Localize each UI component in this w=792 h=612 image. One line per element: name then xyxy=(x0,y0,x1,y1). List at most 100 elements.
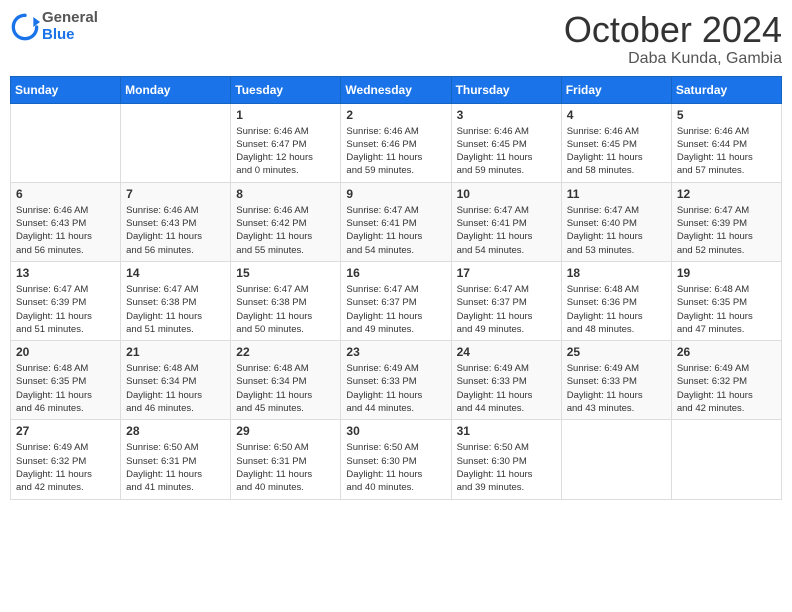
month-title: October 2024 xyxy=(564,10,782,50)
calendar-cell xyxy=(121,103,231,182)
day-info: Sunrise: 6:48 AM Sunset: 6:36 PM Dayligh… xyxy=(567,283,666,336)
calendar-cell: 18 Sunrise: 6:48 AM Sunset: 6:36 PM Dayli… xyxy=(561,261,671,340)
calendar-cell: 14Sunrise: 6:47 AM Sunset: 6:38 PM Dayli… xyxy=(121,261,231,340)
day-number: 22 xyxy=(236,345,335,359)
calendar-cell: 5 Sunrise: 6:46 AM Sunset: 6:44 PM Daylig… xyxy=(671,103,781,182)
calendar-week-1: 1Sunrise: 6:46 AM Sunset: 6:47 PM Daylig… xyxy=(11,103,782,182)
calendar-cell xyxy=(671,420,781,499)
day-info: Sunrise: 6:50 AM Sunset: 6:31 PM Dayligh… xyxy=(236,441,335,494)
calendar-week-5: 27 Sunrise: 6:49 AM Sunset: 6:32 PM Dayli… xyxy=(11,420,782,499)
day-number: 21 xyxy=(126,345,225,359)
calendar-cell: 26 Sunrise: 6:49 AM Sunset: 6:32 PM Dayli… xyxy=(671,341,781,420)
weekday-header-thursday: Thursday xyxy=(451,76,561,103)
day-info: Sunrise: 6:50 AM Sunset: 6:30 PM Dayligh… xyxy=(457,441,556,494)
day-info: Sunrise: 6:46 AM Sunset: 6:44 PM Dayligh… xyxy=(677,125,776,178)
calendar-cell: 19 Sunrise: 6:48 AM Sunset: 6:35 PM Dayli… xyxy=(671,261,781,340)
day-info: Sunrise: 6:46 AM Sunset: 6:45 PM Dayligh… xyxy=(457,125,556,178)
day-number: 13 xyxy=(16,266,115,280)
calendar-cell: 9Sunrise: 6:47 AM Sunset: 6:41 PM Daylig… xyxy=(341,182,451,261)
calendar-cell: 16 Sunrise: 6:47 AM Sunset: 6:37 PM Dayli… xyxy=(341,261,451,340)
calendar-cell: 23 Sunrise: 6:49 AM Sunset: 6:33 PM Dayli… xyxy=(341,341,451,420)
calendar: SundayMondayTuesdayWednesdayThursdayFrid… xyxy=(10,76,782,500)
day-number: 10 xyxy=(457,187,556,201)
calendar-week-4: 20Sunrise: 6:48 AM Sunset: 6:35 PM Dayli… xyxy=(11,341,782,420)
logo-blue: Blue xyxy=(42,27,98,44)
calendar-cell: 31 Sunrise: 6:50 AM Sunset: 6:30 PM Dayli… xyxy=(451,420,561,499)
calendar-cell: 6 Sunrise: 6:46 AM Sunset: 6:43 PM Daylig… xyxy=(11,182,121,261)
day-info: Sunrise: 6:48 AM Sunset: 6:35 PM Dayligh… xyxy=(677,283,776,336)
weekday-header-saturday: Saturday xyxy=(671,76,781,103)
calendar-cell: 24 Sunrise: 6:49 AM Sunset: 6:33 PM Dayli… xyxy=(451,341,561,420)
calendar-cell: 7 Sunrise: 6:46 AM Sunset: 6:43 PM Daylig… xyxy=(121,182,231,261)
day-info: Sunrise: 6:47 AM Sunset: 6:39 PM Dayligh… xyxy=(16,283,115,336)
calendar-cell: 8 Sunrise: 6:46 AM Sunset: 6:42 PM Daylig… xyxy=(231,182,341,261)
day-number: 24 xyxy=(457,345,556,359)
day-info: Sunrise: 6:47 AM Sunset: 6:39 PM Dayligh… xyxy=(677,204,776,257)
day-info: Sunrise: 6:48 AM Sunset: 6:34 PM Dayligh… xyxy=(236,362,335,415)
day-number: 2 xyxy=(346,108,445,122)
calendar-week-2: 6 Sunrise: 6:46 AM Sunset: 6:43 PM Daylig… xyxy=(11,182,782,261)
day-number: 18 xyxy=(567,266,666,280)
logo-general: General xyxy=(42,10,98,27)
day-info: Sunrise: 6:49 AM Sunset: 6:32 PM Dayligh… xyxy=(16,441,115,494)
calendar-cell: 15Sunrise: 6:47 AM Sunset: 6:38 PM Dayli… xyxy=(231,261,341,340)
calendar-cell: 11Sunrise: 6:47 AM Sunset: 6:40 PM Dayli… xyxy=(561,182,671,261)
page-header: General Blue October 2024 Daba Kunda, Ga… xyxy=(10,10,782,68)
calendar-cell: 29 Sunrise: 6:50 AM Sunset: 6:31 PM Dayli… xyxy=(231,420,341,499)
weekday-header-friday: Friday xyxy=(561,76,671,103)
calendar-cell: 25 Sunrise: 6:49 AM Sunset: 6:33 PM Dayli… xyxy=(561,341,671,420)
day-number: 7 xyxy=(126,187,225,201)
day-number: 28 xyxy=(126,424,225,438)
day-number: 9 xyxy=(346,187,445,201)
calendar-cell: 28 Sunrise: 6:50 AM Sunset: 6:31 PM Dayli… xyxy=(121,420,231,499)
day-number: 17 xyxy=(457,266,556,280)
day-info: Sunrise: 6:49 AM Sunset: 6:33 PM Dayligh… xyxy=(457,362,556,415)
day-number: 31 xyxy=(457,424,556,438)
day-info: Sunrise: 6:46 AM Sunset: 6:43 PM Dayligh… xyxy=(126,204,225,257)
day-info: Sunrise: 6:49 AM Sunset: 6:33 PM Dayligh… xyxy=(346,362,445,415)
day-number: 4 xyxy=(567,108,666,122)
day-info: Sunrise: 6:46 AM Sunset: 6:47 PM Dayligh… xyxy=(236,125,335,178)
day-info: Sunrise: 6:47 AM Sunset: 6:38 PM Dayligh… xyxy=(236,283,335,336)
day-info: Sunrise: 6:50 AM Sunset: 6:31 PM Dayligh… xyxy=(126,441,225,494)
day-number: 25 xyxy=(567,345,666,359)
day-info: Sunrise: 6:46 AM Sunset: 6:42 PM Dayligh… xyxy=(236,204,335,257)
day-number: 30 xyxy=(346,424,445,438)
calendar-cell: 20Sunrise: 6:48 AM Sunset: 6:35 PM Dayli… xyxy=(11,341,121,420)
day-number: 16 xyxy=(346,266,445,280)
day-info: Sunrise: 6:49 AM Sunset: 6:32 PM Dayligh… xyxy=(677,362,776,415)
calendar-week-3: 13 Sunrise: 6:47 AM Sunset: 6:39 PM Dayli… xyxy=(11,261,782,340)
day-number: 29 xyxy=(236,424,335,438)
calendar-cell: 27 Sunrise: 6:49 AM Sunset: 6:32 PM Dayli… xyxy=(11,420,121,499)
day-info: Sunrise: 6:48 AM Sunset: 6:34 PM Dayligh… xyxy=(126,362,225,415)
location: Daba Kunda, Gambia xyxy=(564,50,782,68)
weekday-header-tuesday: Tuesday xyxy=(231,76,341,103)
calendar-cell: 2 Sunrise: 6:46 AM Sunset: 6:46 PM Daylig… xyxy=(341,103,451,182)
day-number: 8 xyxy=(236,187,335,201)
calendar-cell: 12 Sunrise: 6:47 AM Sunset: 6:39 PM Dayli… xyxy=(671,182,781,261)
day-number: 19 xyxy=(677,266,776,280)
weekday-header-wednesday: Wednesday xyxy=(341,76,451,103)
day-number: 6 xyxy=(16,187,115,201)
title-area: October 2024 Daba Kunda, Gambia xyxy=(564,10,782,68)
day-number: 27 xyxy=(16,424,115,438)
day-info: Sunrise: 6:47 AM Sunset: 6:41 PM Dayligh… xyxy=(457,204,556,257)
day-number: 20 xyxy=(16,345,115,359)
calendar-cell: 4Sunrise: 6:46 AM Sunset: 6:45 PM Daylig… xyxy=(561,103,671,182)
day-info: Sunrise: 6:50 AM Sunset: 6:30 PM Dayligh… xyxy=(346,441,445,494)
day-info: Sunrise: 6:46 AM Sunset: 6:46 PM Dayligh… xyxy=(346,125,445,178)
day-info: Sunrise: 6:46 AM Sunset: 6:43 PM Dayligh… xyxy=(16,204,115,257)
day-number: 3 xyxy=(457,108,556,122)
day-number: 12 xyxy=(677,187,776,201)
weekday-header-sunday: Sunday xyxy=(11,76,121,103)
weekday-header-monday: Monday xyxy=(121,76,231,103)
day-info: Sunrise: 6:47 AM Sunset: 6:37 PM Dayligh… xyxy=(457,283,556,336)
day-number: 26 xyxy=(677,345,776,359)
day-info: Sunrise: 6:47 AM Sunset: 6:37 PM Dayligh… xyxy=(346,283,445,336)
day-number: 23 xyxy=(346,345,445,359)
day-info: Sunrise: 6:47 AM Sunset: 6:40 PM Dayligh… xyxy=(567,204,666,257)
calendar-cell: 22 Sunrise: 6:48 AM Sunset: 6:34 PM Dayli… xyxy=(231,341,341,420)
day-info: Sunrise: 6:49 AM Sunset: 6:33 PM Dayligh… xyxy=(567,362,666,415)
logo-icon xyxy=(10,12,40,42)
day-number: 5 xyxy=(677,108,776,122)
